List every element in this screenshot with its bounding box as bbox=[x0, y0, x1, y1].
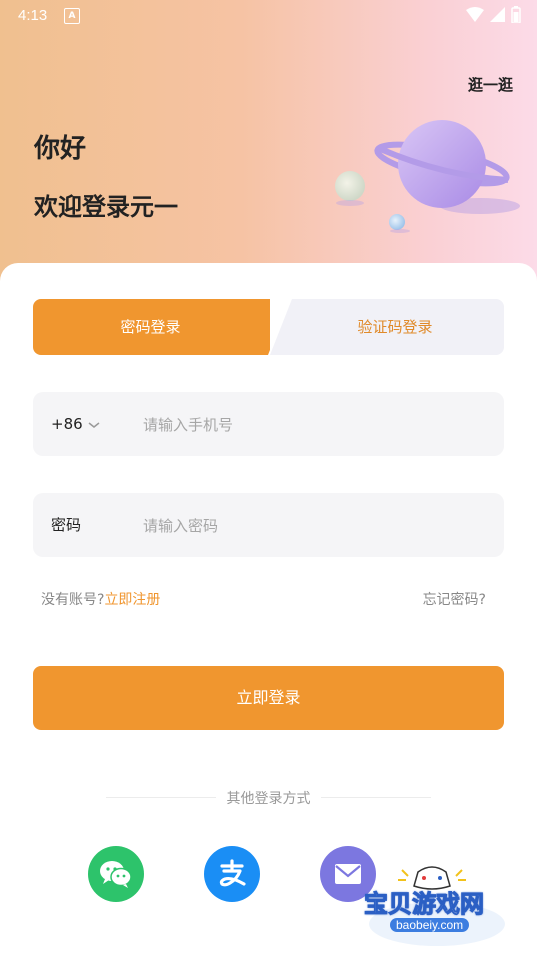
alipay-login-button[interactable] bbox=[204, 846, 260, 902]
wifi-icon bbox=[466, 6, 484, 22]
tab-code-login[interactable]: 验证码登录 bbox=[270, 299, 504, 355]
watermark-url: baobeiy.com bbox=[390, 918, 470, 932]
tab-password-login-label: 密码登录 bbox=[120, 318, 181, 336]
status-bar: 4:13 A bbox=[0, 0, 537, 30]
wechat-login-button[interactable] bbox=[88, 846, 144, 902]
country-code-select[interactable]: +86 bbox=[51, 392, 101, 456]
login-button[interactable]: 立即登录 bbox=[33, 666, 504, 730]
watermark-logo: 宝贝游戏网 baobeiy.com bbox=[362, 858, 512, 950]
wechat-icon bbox=[100, 861, 132, 888]
status-icons bbox=[466, 6, 521, 23]
watermark-text: 宝贝游戏网 bbox=[364, 890, 485, 919]
phone-input[interactable] bbox=[141, 392, 485, 458]
register-link[interactable]: 立即注册 bbox=[104, 592, 160, 608]
signal-icon bbox=[490, 7, 505, 22]
other-login-title: 其他登录方式 bbox=[226, 791, 311, 807]
header-banner: 4:13 A 逛一逛 你好 欢迎登录元一 bbox=[0, 0, 537, 300]
forgot-password-link[interactable]: 忘记密码? bbox=[423, 589, 486, 609]
browse-link[interactable]: 逛一逛 bbox=[468, 74, 513, 95]
chevron-down-icon bbox=[88, 421, 100, 428]
login-card bbox=[0, 263, 537, 956]
tab-code-login-label: 验证码登录 bbox=[357, 318, 433, 336]
status-time: 4:13 bbox=[18, 7, 48, 24]
tab-password-login[interactable]: 密码登录 bbox=[33, 299, 290, 355]
battery-icon bbox=[511, 6, 521, 23]
greeting-text: 你好 bbox=[34, 134, 87, 164]
divider-right bbox=[321, 797, 431, 798]
password-input[interactable] bbox=[141, 493, 485, 559]
no-account-text: 没有账号? bbox=[41, 592, 105, 608]
welcome-text: 欢迎登录元一 bbox=[34, 193, 178, 221]
country-code: +86 bbox=[51, 415, 83, 433]
alipay-icon bbox=[219, 859, 246, 887]
phone-field: +86 bbox=[33, 392, 504, 458]
login-tabs: 密码登录 验证码登录 bbox=[33, 299, 504, 355]
planet-illustration bbox=[335, 120, 520, 233]
notification-icon: A bbox=[64, 8, 80, 24]
password-field: 密码 bbox=[33, 493, 504, 559]
account-links: 没有账号?立即注册 忘记密码? bbox=[41, 589, 486, 609]
password-label: 密码 bbox=[51, 516, 82, 534]
